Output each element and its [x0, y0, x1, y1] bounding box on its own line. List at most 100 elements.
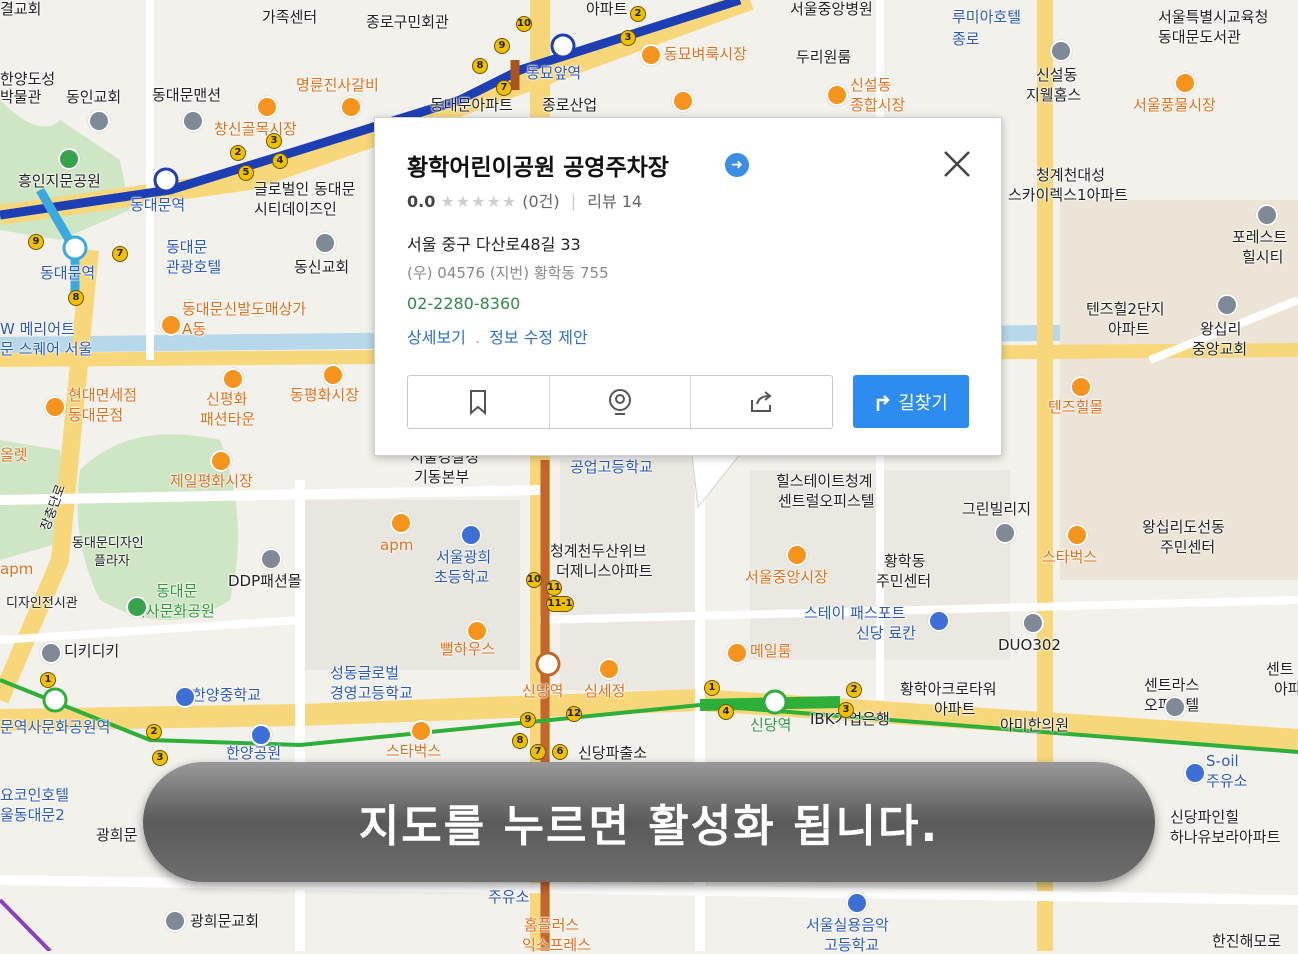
- map-label: 아미한의원: [1000, 716, 1070, 734]
- map-label: 주유소: [1206, 772, 1248, 790]
- activation-message: 지도를 누르면 활성화 됩니다.: [358, 801, 940, 852]
- poi-marker[interactable]: [390, 512, 412, 534]
- exit-badge: 11-1: [546, 596, 574, 612]
- poi-marker[interactable]: [460, 524, 482, 546]
- exit-badge: 8: [512, 733, 528, 749]
- route-label: 길찾기: [898, 392, 948, 414]
- place-title[interactable]: 황학어린이공원 공영주차장: [407, 148, 669, 182]
- route-button[interactable]: 길찾기: [853, 375, 969, 428]
- detail-link[interactable]: 상세보기: [407, 328, 466, 347]
- map-label: 루미아호텔: [952, 8, 1022, 26]
- poi-marker[interactable]: [466, 620, 488, 642]
- map-activation-overlay[interactable]: 지도를 누르면 활성화 됩니다.: [143, 762, 1155, 882]
- poi-marker[interactable]: [340, 96, 362, 118]
- exit-badge: 2: [230, 145, 246, 161]
- poi-marker[interactable]: [88, 110, 110, 132]
- map-label: 센트: [1266, 660, 1294, 678]
- poi-marker[interactable]: [410, 720, 432, 742]
- poi-marker[interactable]: [164, 910, 186, 932]
- exit-badge: 8: [68, 290, 84, 306]
- map-label: 아파: [1274, 680, 1298, 698]
- arrow-right-icon[interactable]: ➜: [725, 153, 749, 177]
- poi-marker[interactable]: [1066, 524, 1088, 546]
- poi-marker[interactable]: [314, 232, 336, 254]
- poi-marker[interactable]: [174, 686, 196, 708]
- poi-marker[interactable]: [256, 96, 278, 118]
- poi-marker[interactable]: [1256, 204, 1278, 226]
- map-label: 신당파인힐: [1170, 808, 1240, 826]
- exit-badge: 9: [494, 38, 510, 54]
- poi-marker[interactable]: [210, 450, 232, 472]
- map-label: 아파트: [586, 0, 628, 18]
- map-label: 서울광희: [436, 548, 492, 566]
- map-label: 초등학교: [434, 568, 490, 586]
- poi-marker[interactable]: [1050, 40, 1072, 62]
- poi-marker[interactable]: [846, 892, 868, 914]
- map-label: 울동대문2: [0, 806, 65, 824]
- poi-marker[interactable]: [160, 314, 182, 336]
- poi-marker[interactable]: [182, 110, 204, 132]
- rating-count[interactable]: (0건): [522, 192, 559, 211]
- poi-marker[interactable]: [40, 642, 62, 664]
- exit-badge: 10: [516, 16, 532, 32]
- map-label: 현대면세점: [68, 386, 138, 404]
- poi-marker[interactable]: [260, 548, 282, 570]
- map-label: A동: [182, 320, 207, 338]
- map-label: 기동본부: [414, 468, 470, 486]
- poi-marker[interactable]: [58, 148, 80, 170]
- poi-marker[interactable]: [322, 364, 344, 386]
- road-address: 서울 중구 다산로48길 33: [407, 235, 581, 254]
- map-label: 청계천대성: [1036, 166, 1106, 184]
- poi-marker[interactable]: [1216, 294, 1238, 316]
- exit-badge: 9: [520, 712, 536, 728]
- poi-marker[interactable]: [672, 90, 694, 112]
- poi-marker[interactable]: [1164, 696, 1186, 718]
- poi-marker[interactable]: [640, 44, 662, 66]
- exit-badge: 7: [530, 744, 546, 760]
- bookmark-icon: [470, 390, 487, 415]
- map-label: 경영고등학교: [330, 684, 413, 702]
- poi-marker[interactable]: [826, 84, 848, 106]
- save-button[interactable]: [408, 376, 550, 428]
- map-label: 신설동: [1036, 66, 1078, 84]
- map-label: 지웰홈스: [1026, 86, 1082, 104]
- close-button[interactable]: [941, 148, 973, 180]
- poi-marker[interactable]: [222, 368, 244, 390]
- map-label: 익스프레스: [522, 936, 592, 954]
- map-label: 왕십리: [1200, 320, 1242, 338]
- poi-marker[interactable]: [928, 610, 950, 632]
- exit-badge: 3: [266, 133, 282, 149]
- exit-badge: 1: [704, 680, 720, 696]
- map-label: 힐스테이트청계: [776, 472, 873, 490]
- map-label: 동대문신발도매상가: [182, 300, 307, 318]
- map-label: W 메리어트: [0, 320, 75, 338]
- roadview-button[interactable]: [550, 376, 692, 428]
- poi-marker[interactable]: [786, 544, 808, 566]
- map-label: DDP패션몰: [228, 572, 302, 590]
- poi-marker[interactable]: [598, 658, 620, 680]
- exit-badge: 5: [238, 165, 254, 181]
- poi-marker[interactable]: [126, 596, 148, 618]
- poi-marker[interactable]: [250, 724, 272, 746]
- review-count[interactable]: 리뷰 14: [587, 192, 642, 211]
- map-label: 명륜진사갈비: [296, 76, 379, 94]
- poi-marker[interactable]: [994, 522, 1016, 544]
- map-label: 시티데이즈인: [254, 200, 337, 218]
- poi-marker[interactable]: [1022, 612, 1044, 634]
- poi-marker[interactable]: [44, 396, 66, 418]
- suggest-edit-link[interactable]: 정보 수정 제안: [489, 328, 588, 347]
- map-label: 스타벅스: [386, 742, 442, 760]
- map-label: 한양도성: [0, 70, 56, 88]
- phone-number[interactable]: 02-2280-8360: [407, 294, 520, 313]
- poi-marker[interactable]: [1070, 376, 1092, 398]
- exit-badge: 7: [496, 80, 512, 96]
- poi-marker[interactable]: [726, 642, 748, 664]
- share-button[interactable]: [691, 376, 832, 428]
- map-label: 관광호텔: [166, 258, 222, 276]
- map-label: 센트럴오피스텔: [778, 492, 875, 510]
- map-label: 홈플러스: [524, 916, 580, 934]
- rating-value: 0.0: [407, 192, 436, 211]
- poi-marker[interactable]: [1184, 762, 1206, 784]
- map-label: 올렛: [0, 446, 28, 464]
- poi-marker[interactable]: [1174, 72, 1196, 94]
